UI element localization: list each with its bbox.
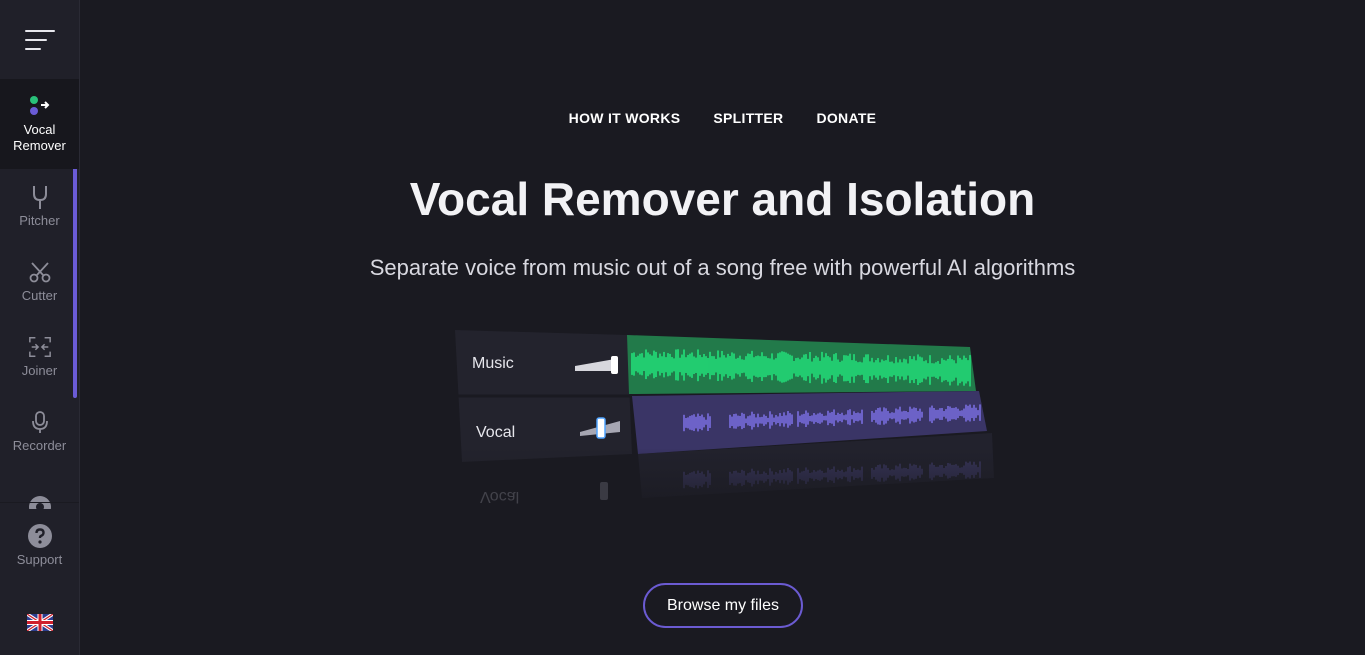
sidebar-item-label: Pitcher [19, 212, 60, 228]
help-icon [27, 524, 52, 548]
sidebar-item-label: Joiner [21, 362, 58, 378]
sidebar-item-joiner[interactable]: Joiner [0, 319, 79, 394]
track-label-reflection: Vocal [480, 488, 519, 505]
track-label-music: Music [472, 355, 514, 372]
sidebar-item-label: Support [16, 552, 63, 567]
language-selector[interactable] [0, 595, 79, 650]
sidebar-item-recorder[interactable]: Recorder [0, 394, 79, 469]
nav-splitter[interactable]: SPLITTER [713, 110, 783, 126]
microphone-icon [28, 410, 52, 434]
top-nav: HOW IT WORKS SPLITTER DONATE [80, 110, 1365, 126]
browse-files-button[interactable]: Browse my files [643, 583, 803, 628]
track-label-vocal: Vocal [476, 424, 515, 441]
nav-donate[interactable]: DONATE [816, 110, 876, 126]
sidebar-item-pitcher[interactable]: Pitcher [0, 169, 79, 244]
sidebar-item-label: Vocal Remover [13, 122, 66, 153]
menu-button[interactable] [0, 0, 79, 79]
sidebar-item-cutter[interactable]: Cutter [0, 244, 79, 319]
mixer-illustration: Music Vocal Vocal [452, 330, 997, 518]
scissors-icon [28, 260, 52, 284]
tuning-fork-icon [28, 185, 52, 209]
hamburger-icon [24, 28, 55, 52]
sidebar-item-label: Cutter [21, 287, 58, 303]
sidebar: Vocal Remover Pitcher Cutter Joiner Reco… [0, 0, 80, 655]
vocal-remover-icon [28, 94, 52, 118]
sidebar-nav: Vocal Remover Pitcher Cutter Joiner Reco… [0, 79, 79, 509]
uk-flag-icon [26, 614, 53, 631]
sidebar-item-label: Recorder [12, 437, 67, 453]
page-title: Vocal Remover and Isolation [409, 173, 1036, 225]
sidebar-item-support[interactable]: Support [0, 502, 79, 588]
sidebar-item-vocal-remover[interactable]: Vocal Remover [0, 79, 79, 169]
page-subtitle: Separate voice from music out of a song … [369, 255, 1076, 280]
joiner-icon [28, 335, 52, 359]
nav-how-it-works[interactable]: HOW IT WORKS [569, 110, 681, 126]
